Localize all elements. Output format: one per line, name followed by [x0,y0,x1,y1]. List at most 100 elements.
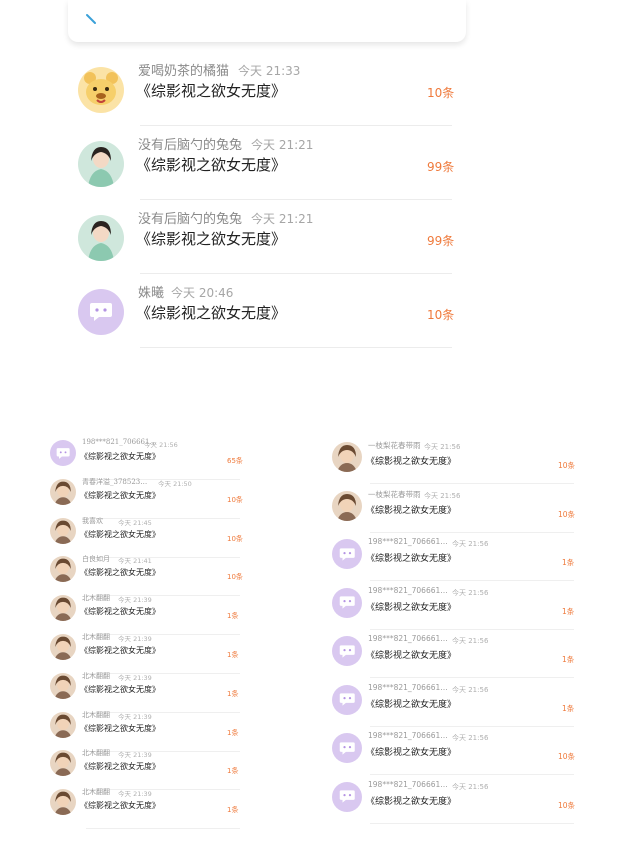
divider [140,125,452,126]
book-title: 《综影视之欲女无度》 [136,304,287,322]
photo-avatar [50,672,76,699]
chat-bubble-icon [339,644,355,658]
timestamp: 今天 21:56 [424,491,461,500]
comment-count: 99条 [427,160,455,174]
comment-count: 1条 [562,703,575,713]
chat-bubble-icon [90,303,112,321]
list-item[interactable]: 198***821_706661… 今天 21:56 《综影视之欲女无度》 1条 [330,582,574,630]
list-item[interactable]: 一枝梨花春带雨 今天 21:56 《综影视之欲女无度》 10条 [330,436,576,484]
timestamp: 今天 21:39 [118,790,152,799]
book-title: 《综影视之欲女无度》 [80,801,160,811]
book-title: 《综影视之欲女无度》 [80,684,160,694]
timestamp: 今天 21:50 [158,479,192,488]
timestamp: 今天 21:39 [118,673,152,682]
timestamp: 今天 21:39 [118,712,152,721]
photo-avatar [332,442,362,472]
divider [370,822,574,824]
chat-bubble-icon [339,741,355,755]
photo-avatar [50,711,76,738]
timestamp: 今天 21:33 [238,64,301,78]
book-title: 《综影视之欲女无度》 [80,452,160,461]
book-title: 《综影视之欲女无度》 [366,554,457,564]
comment-count: 1条 [562,655,575,664]
timestamp: 今天 21:56 [144,441,178,449]
list-item[interactable]: 198***821_706661… 今天 21:56 《综影视之欲女无度》 1条 [330,630,574,678]
book-title: 《综影视之欲女无度》 [366,796,457,807]
comment-count: 1条 [227,728,239,737]
list-item[interactable]: 一枝梨花春带雨 今天 21:56 《综影视之欲女无度》 10条 [330,485,576,533]
user-name: 198***821_706661… [368,731,448,740]
chat-bubble-avatar [332,781,362,812]
timestamp: 今天 20:46 [171,286,234,300]
comment-count: 1条 [227,651,239,659]
timestamp: 今天 21:41 [118,557,152,566]
comment-count: 10条 [558,800,576,810]
timestamp: 今天 21:56 [452,734,489,742]
comment-count: 1条 [227,767,239,776]
list-item[interactable]: 北木翻翻 今天 21:39 《综影视之欲女无度》 1条 [46,783,246,830]
photo-avatar [50,789,76,816]
list-item[interactable]: 没有后脑勺的兔兔 今天 21:21 《综影视之欲女无度》 99条 [70,128,456,200]
book-title: 《综影视之欲女无度》 [136,230,287,248]
comment-count: 99条 [427,234,455,248]
comment-count: 1条 [562,558,575,567]
list-item[interactable]: 爱喝奶茶的橘猫 今天 21:33 《综影视之欲女无度》 10条 [70,54,456,126]
timestamp: 今天 21:56 [452,782,489,791]
list-item[interactable]: 姝曦 今天 20:46 《综影视之欲女无度》 10条 [70,276,456,348]
book-title: 《综影视之欲女无度》 [80,723,160,733]
comment-count: 10条 [227,534,243,543]
list-item[interactable]: 198***821_706661… 今天 21:56 《综影视之欲女无度》 10条 [330,776,576,824]
comment-count: 1条 [227,689,239,698]
chat-bubble-avatar [50,440,76,466]
book-title: 《综影视之欲女无度》 [80,490,160,500]
timestamp: 今天 21:56 [452,637,489,645]
book-title: 《综影视之欲女无度》 [80,529,160,539]
user-name: 北木翻翻 [82,788,110,797]
girl-avatar [78,141,124,187]
user-name: 我喜欢 [82,516,103,525]
chat-bubble-icon [339,790,355,803]
book-title: 《综影视之欲女无度》 [80,646,160,655]
comment-count: 10条 [558,509,576,519]
book-title: 《综影视之欲女无度》 [366,699,457,710]
chat-bubble-icon [56,447,70,459]
timestamp: 今天 21:56 [424,443,461,451]
book-title: 《综影视之欲女无度》 [80,607,160,617]
list-item[interactable]: 没有后脑勺的兔兔 今天 21:21 《综影视之欲女无度》 99条 [70,202,456,274]
timestamp: 今天 21:39 [118,635,152,643]
book-title: 《综影视之欲女无度》 [136,156,287,174]
timestamp: 今天 21:39 [118,596,152,605]
comment-count: 10条 [227,495,243,504]
user-name: 北木翻翻 [82,594,110,603]
user-name: 198***821_706661… [368,585,448,595]
comment-count: 10条 [227,573,243,582]
divider [86,828,240,830]
divider [140,273,452,274]
book-title: 《综影视之欲女无度》 [80,762,160,772]
comment-count: 10条 [427,308,455,322]
list-item[interactable]: 198***821_706661… 今天 21:56 《综影视之欲女无度》 1条 [330,679,574,727]
timestamp: 今天 21:39 [118,751,152,760]
timestamp: 今天 21:45 [118,518,152,527]
user-name: 没有后脑勺的兔兔 [138,138,243,153]
user-name: 一枝梨花春带雨 [368,441,421,450]
photo-avatar [50,595,76,622]
list-item[interactable]: 198***821_706661… 今天 21:56 《综影视之欲女无度》 1条 [330,533,574,581]
chat-bubble-avatar [332,587,362,618]
chat-bubble-icon [339,693,355,706]
book-title: 《综影视之欲女无度》 [366,602,457,613]
user-name: 北木翻翻 [82,749,110,758]
list-item[interactable]: 198***821_706661… 今天 21:56 《综影视之欲女无度》 10条 [330,727,575,775]
user-name: 姝曦 [138,286,165,301]
timestamp: 今天 21:56 [452,588,489,597]
comment-count: 1条 [562,606,575,616]
user-name: 198***821_706661… [368,634,448,643]
book-title: 《综影视之欲女无度》 [366,457,457,467]
back-arrow-icon[interactable] [84,12,98,26]
photo-avatar [50,750,76,777]
photo-avatar [50,556,76,583]
comment-count: 10条 [558,461,576,470]
comment-count: 1条 [227,806,239,815]
book-title: 《综影视之欲女无度》 [136,82,287,100]
user-name: 198***821_706661… [368,779,448,789]
